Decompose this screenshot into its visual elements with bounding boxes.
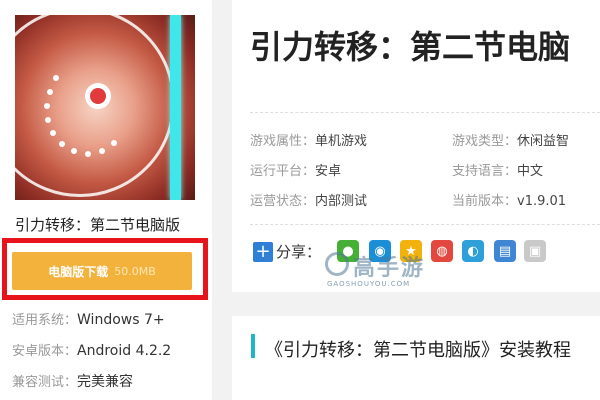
icon-dot [47, 89, 53, 95]
share-plus-button[interactable]: + [253, 242, 273, 262]
meta-key: 游戏属性： [250, 134, 316, 149]
meta-key: 游戏类型： [452, 134, 518, 149]
spec-value: 完美兼容 [77, 374, 134, 390]
spec-row-compat: 兼容测试：完美兼容 [12, 371, 133, 391]
meta-key: 当前版本： [452, 194, 518, 209]
download-label: 电脑版下载 [48, 264, 109, 279]
spec-row-android: 安卓版本：Android 4.2.2 [12, 340, 171, 359]
icon-dot [53, 75, 59, 81]
spec-value: Windows 7+ [77, 312, 165, 328]
meta-value: 内部测试 [315, 194, 368, 209]
weibo-icon[interactable]: ◍ [431, 240, 453, 262]
spec-label: 兼容测试： [12, 375, 78, 390]
icon-dot [71, 148, 77, 154]
spec-value: Android 4.2.2 [77, 343, 172, 359]
meta-key: 运行平台： [250, 164, 316, 179]
tutorial-title[interactable]: 《引力转移：第二节电脑版》安装教程 [265, 336, 571, 362]
qq-icon[interactable]: ◉ [369, 240, 391, 262]
meta-status: 运营状态：内部测试 [250, 190, 367, 209]
app-name: 引力转移：第二节电脑版 [15, 216, 181, 234]
download-button[interactable]: 电脑版下载 50.0MB [12, 252, 192, 290]
icon-stripe [170, 15, 181, 200]
meta-value: 安卓 [315, 164, 342, 179]
meta-value: 单机游戏 [315, 134, 368, 149]
meta-platform: 运行平台：安卓 [250, 160, 341, 179]
icon-dot [45, 117, 51, 123]
meta-key: 运营状态： [250, 194, 316, 209]
icon-dot [59, 141, 65, 147]
wechat-icon[interactable]: ● [337, 240, 359, 262]
spec-label: 安卓版本： [12, 344, 78, 359]
meta-version: 当前版本：v1.9.01 [452, 190, 566, 209]
print-icon[interactable]: ▤ [494, 240, 516, 262]
meta-attribute: 游戏属性：单机游戏 [250, 130, 367, 149]
tencent-weibo-icon[interactable]: ◐ [462, 240, 484, 262]
qzone-icon[interactable]: ★ [400, 240, 422, 262]
meta-value: v1.9.01 [517, 194, 567, 209]
icon-dot [111, 140, 117, 146]
meta-value: 休闲益智 [517, 134, 570, 149]
section-accent-bar [251, 334, 255, 358]
meta-key: 支持语言： [452, 164, 518, 179]
app-card: 引力转移：第二节电脑版 电脑版下载 50.0MB 适用系统：Windows 7+… [0, 0, 212, 400]
game-title: 引力转移：第二节电脑 [250, 28, 571, 66]
share-label: 分享： [276, 243, 322, 261]
icon-dot [44, 103, 50, 109]
copy-icon[interactable]: ▣ [524, 240, 546, 262]
divider [250, 224, 600, 225]
divider [250, 112, 600, 113]
spec-label: 适用系统： [12, 313, 78, 328]
spec-row-system: 适用系统：Windows 7+ [12, 309, 165, 328]
icon-dot [85, 151, 91, 157]
meta-value: 中文 [517, 164, 544, 179]
icon-dot [50, 130, 56, 136]
meta-type: 游戏类型：休闲益智 [452, 130, 569, 149]
icon-dot [99, 148, 105, 154]
icon-ball [85, 83, 111, 109]
app-icon[interactable] [15, 15, 195, 200]
meta-language: 支持语言：中文 [452, 160, 543, 179]
tutorial-card: 《引力转移：第二节电脑版》安装教程 [232, 316, 600, 400]
download-size: 50.0MB [114, 264, 156, 278]
